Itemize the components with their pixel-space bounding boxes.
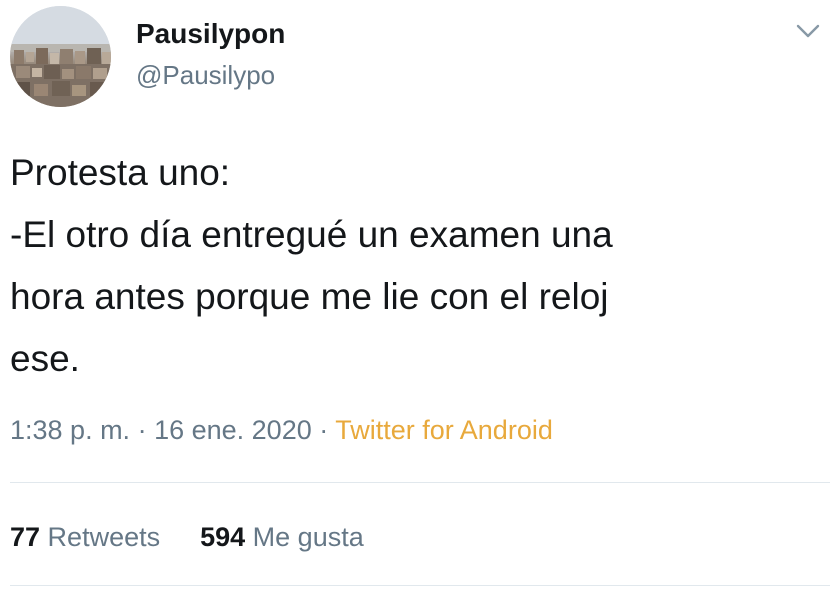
meta-separator: · [130,415,155,445]
likes-label: Me gusta [245,522,364,552]
author-display-name[interactable]: Pausilypon [136,16,285,52]
meta-separator: · [311,415,336,445]
likes-stat[interactable]: 594 Me gusta [200,518,364,556]
tweet-card: Pausilypon @Pausilypo Protesta uno: -El … [0,0,833,590]
retweets-label: Retweets [40,522,161,552]
avatar[interactable] [10,6,111,107]
tweet-date[interactable]: 16 ene. 2020 [154,415,312,445]
tweet-time[interactable]: 1:38 p. m. [10,415,130,445]
tweet-text: Protesta uno: -El otro día entregué un e… [10,152,613,379]
retweets-stat[interactable]: 77 Retweets [10,518,160,556]
avatar-image [10,6,111,107]
tweet-stats: 77 Retweets 594 Me gusta [10,518,364,556]
tweet-source-link[interactable]: Twitter for Android [335,415,553,445]
tweet-meta: 1:38 p. m. · 16 ene. 2020 · Twitter for … [10,410,553,450]
divider [10,585,830,586]
likes-count: 594 [200,522,246,552]
author-handle[interactable]: @Pausilypo [136,58,275,92]
divider [10,482,830,483]
retweets-count: 77 [10,522,41,552]
chevron-down-icon[interactable] [795,20,821,42]
